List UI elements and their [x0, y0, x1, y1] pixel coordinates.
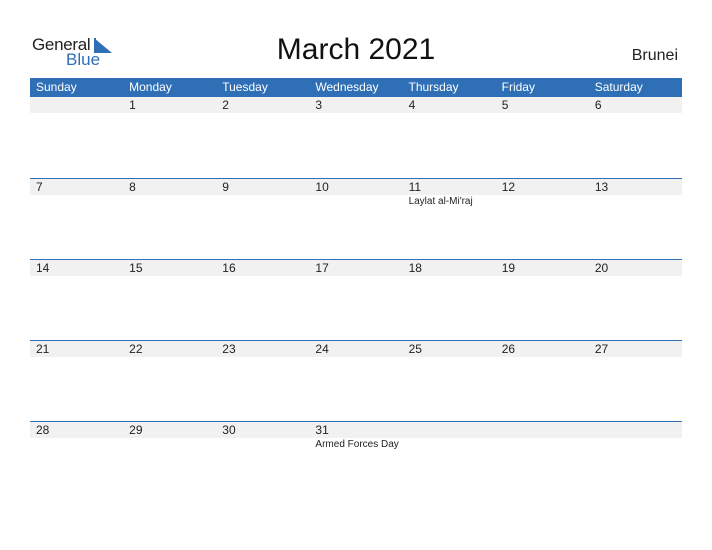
day-cell: 3	[309, 97, 402, 178]
day-cell: 21	[30, 341, 123, 422]
day-number: 26	[501, 342, 516, 356]
day-cell: 29	[123, 422, 216, 503]
day-cell: 12	[496, 179, 589, 260]
week-row: 14 15 16 17 18 19 20	[30, 259, 682, 341]
day-number: 2	[222, 98, 229, 112]
day-cell: 30	[216, 422, 309, 503]
day-cell: 5	[496, 97, 589, 178]
day-cell: 4	[403, 97, 496, 178]
weekday-header: Sunday Monday Tuesday Wednesday Thursday Frid…	[30, 78, 682, 97]
day-cell	[589, 422, 682, 503]
day-cell: 14	[30, 260, 123, 341]
day-number: 28	[36, 423, 50, 437]
weekday-monday: Monday	[129, 80, 172, 94]
day-number: 21	[36, 342, 50, 356]
day-cell: 7	[30, 179, 123, 260]
day-cell: 20	[589, 260, 682, 341]
day-number: 20	[594, 261, 609, 275]
day-number: 8	[129, 180, 136, 194]
day-number: 10	[315, 180, 329, 194]
day-cell	[403, 422, 496, 503]
day-number: 19	[501, 261, 516, 275]
day-cell: 1	[123, 97, 216, 178]
weekday-sunday: Sunday	[36, 80, 77, 94]
holiday-label: Armed Forces Day	[315, 439, 399, 450]
day-cell: 13	[589, 179, 682, 260]
weekday-tuesday: Tuesday	[222, 80, 268, 94]
day-cell: 11 Laylat al-Mi'raj	[403, 179, 496, 260]
day-number: 24	[315, 342, 329, 356]
day-number: 23	[222, 342, 236, 356]
day-cell: 2	[216, 97, 309, 178]
day-number: 4	[408, 98, 416, 112]
day-number: 6	[594, 98, 602, 112]
day-cell	[30, 97, 123, 178]
weekday-saturday: Saturday	[594, 80, 643, 94]
day-cell: 16	[216, 260, 309, 341]
day-number: 17	[315, 261, 329, 275]
day-number: 14	[36, 261, 50, 275]
day-number: 5	[501, 98, 509, 112]
country-label: Brunei	[631, 47, 678, 64]
weekday-thursday: Thursday	[408, 80, 459, 94]
day-cell: 8	[123, 179, 216, 260]
week-row: 1 2 3 4 5 6	[30, 97, 682, 178]
day-cell: 15	[123, 260, 216, 341]
week-row: 28 29 30 31 Armed Forces Day	[30, 421, 682, 503]
day-number: 3	[315, 98, 323, 112]
page-title: March 2021	[276, 33, 436, 66]
weekday-friday: Friday	[501, 80, 535, 94]
day-cell: 31 Armed Forces Day	[309, 422, 402, 503]
day-number: 11	[408, 180, 422, 194]
day-number: 1	[129, 98, 136, 112]
day-cell: 9	[216, 179, 309, 260]
day-cell: 18	[403, 260, 496, 341]
day-number: 9	[222, 180, 229, 194]
day-cell: 25	[403, 341, 496, 422]
day-number: 15	[129, 261, 143, 275]
day-cell	[496, 422, 589, 503]
day-number: 27	[594, 342, 609, 356]
holiday-label: Laylat al-Mi'raj	[408, 196, 473, 207]
day-number: 7	[36, 180, 43, 194]
day-number: 12	[501, 180, 516, 194]
day-cell: 28	[30, 422, 123, 503]
day-number: 29	[129, 423, 143, 437]
day-cell: 27	[589, 341, 682, 422]
day-number: 18	[408, 261, 422, 275]
day-cell: 24	[309, 341, 402, 422]
day-number: 16	[222, 261, 236, 275]
week-row: 7 8 9 10 11 Laylat al-Mi'raj 12 13	[30, 178, 682, 260]
day-number: 30	[222, 423, 236, 437]
day-number: 13	[594, 180, 609, 194]
week-row: 21 22 23 24 25 26 27	[30, 340, 682, 422]
day-cell: 10	[309, 179, 402, 260]
day-number: 25	[408, 342, 422, 356]
day-number: 31	[315, 423, 329, 437]
day-cell: 19	[496, 260, 589, 341]
day-cell: 17	[309, 260, 402, 341]
day-cell: 23	[216, 341, 309, 422]
day-cell: 6	[589, 97, 682, 178]
weekday-wednesday: Wednesday	[315, 80, 379, 94]
day-cell: 26	[496, 341, 589, 422]
day-cell: 22	[123, 341, 216, 422]
day-number: 22	[129, 342, 143, 356]
